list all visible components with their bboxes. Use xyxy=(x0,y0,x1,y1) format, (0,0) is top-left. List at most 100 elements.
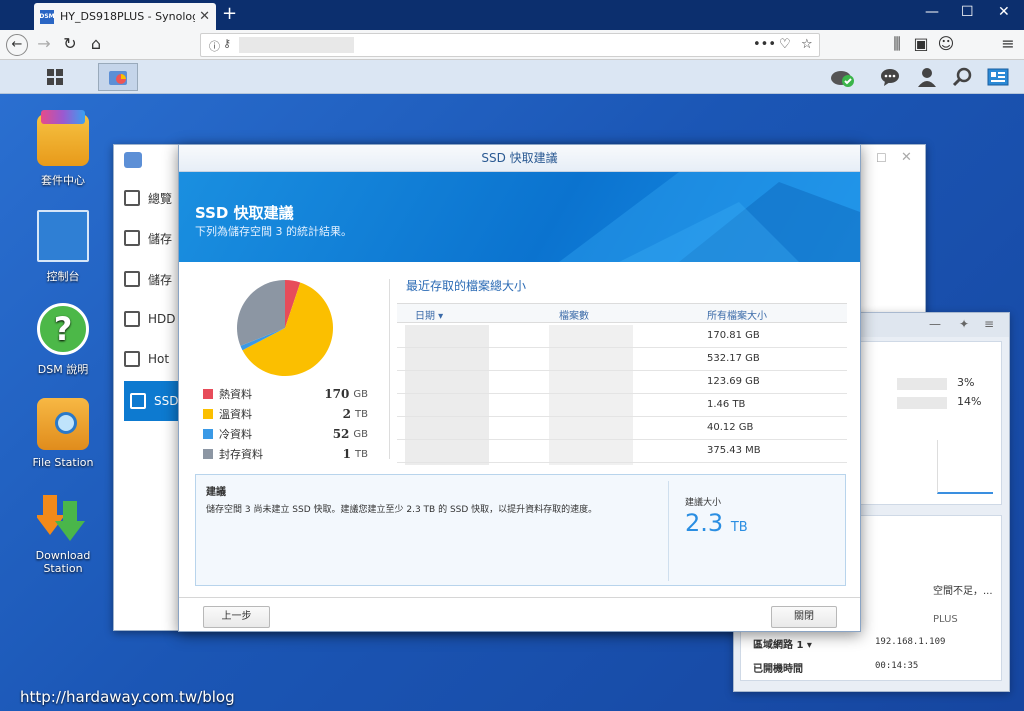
legend-value: 170 xyxy=(324,387,350,401)
legend-value: 2 xyxy=(342,407,352,421)
sidebar-item-overview[interactable]: 總覽 xyxy=(124,180,184,216)
column-header-total-size[interactable]: 所有檔案大小 xyxy=(707,307,767,322)
sidebar-item-hdd[interactable]: HDD xyxy=(124,301,184,337)
minimize-button[interactable]: — xyxy=(925,4,939,20)
desktop-icon-control-panel[interactable]: 控制台 xyxy=(15,210,111,284)
warning-text: 空間不足，... xyxy=(933,586,993,597)
info-icon[interactable]: ⓘ xyxy=(209,38,220,54)
help-question-icon: ? xyxy=(37,303,89,355)
uptime-value: 00:14:35 xyxy=(875,661,919,671)
legend-value: 52 xyxy=(332,427,350,441)
table-row[interactable]: 123.69 GB xyxy=(397,371,847,394)
legend-swatch xyxy=(203,409,213,419)
extension-icon[interactable]: ☺ xyxy=(935,34,957,53)
legend-label: 熱資料 xyxy=(219,388,252,401)
dialog-title: SSD 快取建議 xyxy=(179,145,860,172)
tab-close-icon[interactable]: ✕ xyxy=(199,9,210,24)
search-icon[interactable] xyxy=(942,63,982,91)
desktop-icon-dsm-help[interactable]: ? DSM 說明 xyxy=(15,303,111,377)
close-button[interactable]: 關閉 xyxy=(771,606,837,628)
watermark-text: http://hardaway.com.tw/blog xyxy=(20,688,235,706)
desktop-icon-label: Download Station xyxy=(35,549,91,575)
key-icon: ⚷ xyxy=(223,37,232,50)
ssd-cache-advisor-dialog: SSD 快取建議 SSD 快取建議 下列為儲存空間 3 的統計結果。 最近存取的… xyxy=(178,144,861,632)
desktop-icon-package-center[interactable]: 套件中心 xyxy=(15,110,111,188)
advice-title: 建議 xyxy=(206,487,226,498)
library-icon[interactable]: ⫼ xyxy=(886,34,908,54)
page-actions-icon[interactable]: ••• xyxy=(753,37,776,52)
table-row[interactable]: 375.43 MB xyxy=(397,440,847,463)
row-total-size: 375.43 MB xyxy=(707,445,761,456)
legend-item: 熱資料 170 GB xyxy=(203,386,368,402)
back-button[interactable]: 上一步 xyxy=(203,606,270,628)
sidebar-item-ssd-cache[interactable]: SSD xyxy=(124,381,184,421)
ram-value: 14% xyxy=(957,395,982,408)
back-icon[interactable]: ← xyxy=(6,34,28,56)
widget-pin-icon[interactable]: ✦ xyxy=(959,317,969,331)
sidebar-item-hot-spare[interactable]: Hot xyxy=(124,341,184,377)
sidebar-icon[interactable]: ▣ xyxy=(910,34,932,53)
main-menu-icon[interactable] xyxy=(35,63,75,91)
legend-label: 溫資料 xyxy=(219,408,252,421)
table-row[interactable]: 40.12 GB xyxy=(397,417,847,440)
close-window-button[interactable]: ✕ xyxy=(998,4,1010,20)
pocket-icon[interactable]: ♡ xyxy=(779,37,791,52)
browser-nav-bar: ← → ↻ ⌂ ⓘ ⚷ ••• ♡ ☆ ⫼ ▣ ☺ ≡ xyxy=(0,30,1024,60)
reload-icon[interactable]: ↻ xyxy=(59,34,81,53)
banner-title: SSD 快取建議 xyxy=(195,204,294,222)
table-row[interactable]: 532.17 GB xyxy=(397,348,847,371)
window-maximize-icon[interactable]: ☐ xyxy=(876,151,887,165)
lan-label[interactable]: 區域網路 1 ▾ xyxy=(753,636,812,651)
url-bar[interactable]: ⓘ ⚷ ••• ♡ ☆ xyxy=(200,33,820,57)
storage-manager-task-icon[interactable] xyxy=(98,63,138,91)
widget-minus-icon[interactable]: — xyxy=(929,317,941,331)
lan-ip: 192.168.1.109 xyxy=(875,637,946,647)
legend-item: 冷資料 52 GB xyxy=(203,426,368,442)
new-tab-button[interactable]: + xyxy=(222,4,237,24)
row-total-size: 532.17 GB xyxy=(707,353,760,364)
forward-icon[interactable]: → xyxy=(33,34,55,53)
network-graph xyxy=(937,440,993,494)
widgets-icon[interactable] xyxy=(978,63,1018,91)
desktop-icon-download-station[interactable]: Download Station xyxy=(15,491,111,575)
maximize-button[interactable]: ☐ xyxy=(961,4,974,20)
sidebar-item-storage-pool[interactable]: 儲存 xyxy=(124,220,184,256)
legend-swatch xyxy=(203,449,213,459)
window-close-icon[interactable]: ✕ xyxy=(901,150,912,165)
table-row[interactable]: 1.46 TB xyxy=(397,394,847,417)
legend-item: 溫資料 2 TB xyxy=(203,406,368,422)
legend-unit: GB xyxy=(353,428,368,440)
desktop-icon-label: DSM 說明 xyxy=(37,363,89,376)
banner-subtitle: 下列為儲存空間 3 的統計結果。 xyxy=(195,225,352,238)
legend-label: 封存資料 xyxy=(219,448,263,461)
storage-manager-icon xyxy=(124,152,142,168)
desktop-icon-label: 套件中心 xyxy=(41,174,85,187)
bookmark-star-icon[interactable]: ☆ xyxy=(801,37,813,52)
table-header: 日期 ▾ 檔案數 所有檔案大小 xyxy=(397,303,847,323)
control-panel-icon xyxy=(37,210,89,262)
legend-value: 1 xyxy=(342,447,352,461)
browser-tab[interactable]: DSM HY_DS918PLUS - Synology D ✕ xyxy=(34,3,216,30)
sidebar-item-storage-volume[interactable]: 儲存 xyxy=(124,261,184,297)
widget-settings-icon[interactable]: ≡ xyxy=(984,317,994,331)
column-header-date[interactable]: 日期 ▾ xyxy=(415,307,443,322)
home-icon[interactable]: ⌂ xyxy=(85,34,107,53)
data-distribution-pie-chart xyxy=(237,280,333,376)
hostname-text: PLUS xyxy=(933,614,958,625)
notifications-icon[interactable] xyxy=(870,63,910,91)
column-header-file-count[interactable]: 檔案數 xyxy=(559,307,589,322)
divider xyxy=(389,279,390,459)
menu-icon[interactable]: ≡ xyxy=(997,34,1019,53)
row-total-size: 123.69 GB xyxy=(707,376,760,387)
uptime-label: 已開機時間 xyxy=(753,664,803,675)
cloud-sync-icon[interactable] xyxy=(822,63,862,91)
url-text-blurred xyxy=(239,37,354,53)
ram-bar xyxy=(897,397,947,409)
table-row[interactable]: 170.81 GB xyxy=(397,325,847,348)
desktop-icon-label: File Station xyxy=(32,456,94,469)
desktop-icon-file-station[interactable]: File Station xyxy=(15,398,111,469)
cpu-value: 3% xyxy=(957,376,975,389)
advice-text: 儲存空間 3 尚未建立 SSD 快取。建議您建立至少 2.3 TB 的 SSD … xyxy=(206,505,598,515)
user-icon[interactable] xyxy=(907,63,947,91)
download-arrows-icon xyxy=(35,491,89,543)
